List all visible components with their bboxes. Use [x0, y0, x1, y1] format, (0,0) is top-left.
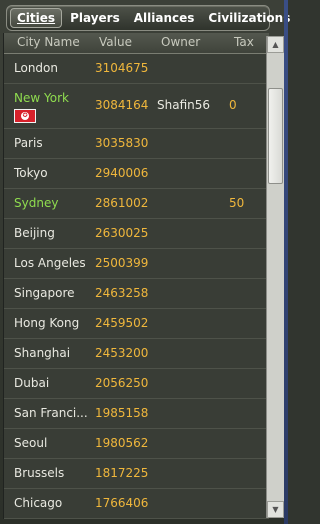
city-name: Dubai — [14, 376, 50, 390]
tab-players[interactable]: Players — [64, 8, 126, 28]
column-header-city-name[interactable]: City Name — [17, 35, 80, 49]
triangle-down-icon[interactable]: ▼ — [267, 501, 284, 518]
city-name: New York — [14, 91, 69, 105]
city-name: San Franci... — [14, 406, 88, 420]
city-value: 2056250 — [95, 376, 149, 390]
tab-cities[interactable]: Cities — [10, 8, 63, 28]
city-name: Los Angeles — [14, 256, 86, 270]
triangle-up-icon[interactable]: ▲ — [267, 36, 284, 53]
city-value: 2463258 — [95, 286, 149, 300]
cities-table: City Name Value Owner Tax London 3104675… — [3, 33, 269, 519]
city-value: 2861002 — [95, 196, 149, 210]
column-header-tax[interactable]: Tax — [234, 35, 254, 49]
city-value: 2940006 — [95, 166, 149, 180]
scrollbar-thumb[interactable] — [268, 88, 283, 184]
city-name: Beijing — [14, 226, 55, 240]
flag-icon: ✪ — [14, 109, 36, 123]
city-name: Shanghai — [14, 346, 71, 360]
background-strip — [284, 0, 288, 524]
city-name: London — [14, 61, 58, 75]
city-tax: 0 — [229, 98, 237, 112]
city-name: Brussels — [14, 466, 65, 480]
city-value: 2459502 — [95, 316, 149, 330]
table-row[interactable]: Chicago 1766406 — [4, 489, 269, 519]
city-value: 3104675 — [95, 61, 149, 75]
tab-alliances[interactable]: Alliances — [128, 8, 201, 28]
city-name: Tokyo — [14, 166, 48, 180]
city-owner[interactable]: Shafin56 — [157, 98, 210, 112]
column-header-value[interactable]: Value — [99, 35, 132, 49]
table-row[interactable]: Beijing 2630025 — [4, 219, 269, 249]
table-row[interactable]: New York ✪ 3084164 Shafin56 0 — [4, 84, 269, 129]
table-row[interactable]: Paris 3035830 — [4, 129, 269, 159]
city-name: Singapore — [14, 286, 75, 300]
city-name: Sydney — [14, 196, 59, 210]
column-header-owner[interactable]: Owner — [161, 35, 200, 49]
table-row[interactable]: Seoul 1980562 — [4, 429, 269, 459]
city-name: Hong Kong — [14, 316, 80, 330]
city-name: Paris — [14, 136, 43, 150]
city-tax: 50 — [229, 196, 245, 210]
table-row[interactable]: Sydney 2861002 50 — [4, 189, 269, 219]
table-row[interactable]: Hong Kong 2459502 — [4, 309, 269, 339]
city-value: 1817225 — [95, 466, 149, 480]
table-header: City Name Value Owner Tax — [4, 33, 269, 54]
table-row[interactable]: Dubai 2056250 — [4, 369, 269, 399]
city-value: 1980562 — [95, 436, 149, 450]
tab-civilizations[interactable]: Civilizations — [202, 8, 296, 28]
table-row[interactable]: Tokyo 2940006 — [4, 159, 269, 189]
city-name: Seoul — [14, 436, 48, 450]
table-row[interactable]: Shanghai 2453200 — [4, 339, 269, 369]
city-value: 1985158 — [95, 406, 149, 420]
city-name: Chicago — [14, 496, 63, 510]
city-value: 2500399 — [95, 256, 149, 270]
table-row[interactable]: Brussels 1817225 — [4, 459, 269, 489]
table-body: London 3104675 New York ✪ 3084164 Shafin… — [4, 54, 269, 519]
table-row[interactable]: Singapore 2463258 — [4, 279, 269, 309]
city-value: 1766406 — [95, 496, 149, 510]
table-row[interactable]: San Franci... 1985158 — [4, 399, 269, 429]
city-value: 3084164 — [95, 98, 149, 112]
table-row[interactable]: Los Angeles 2500399 — [4, 249, 269, 279]
city-value: 3035830 — [95, 136, 149, 150]
table-row[interactable]: London 3104675 — [4, 54, 269, 84]
city-value: 2630025 — [95, 226, 149, 240]
tab-bar: Cities Players Alliances Civilizations — [6, 5, 290, 31]
city-value: 2453200 — [95, 346, 149, 360]
vertical-scrollbar[interactable]: ▲ ▼ — [266, 36, 284, 518]
